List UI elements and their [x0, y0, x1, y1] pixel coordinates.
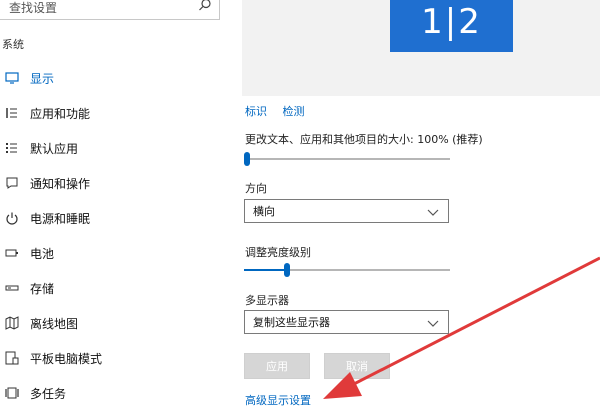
sidebar-item-label: 多任务	[30, 386, 67, 401]
sidebar-item-label: 电源和睡眠	[30, 211, 91, 226]
sidebar-item-label: 通知和操作	[30, 176, 91, 191]
multi-display-dropdown[interactable]: 复制这些显示器	[244, 310, 449, 334]
orientation-value: 横向	[253, 205, 275, 218]
apply-button[interactable]: 应用	[244, 353, 310, 379]
sidebar-item-power[interactable]: 电源和睡眠	[0, 206, 228, 230]
slider-track	[244, 158, 450, 160]
identify-detect-links: 标识 检测	[245, 103, 317, 119]
orientation-label: 方向	[245, 182, 267, 195]
sidebar-item-label: 应用和功能	[30, 106, 91, 121]
sidebar-item-label: 电池	[30, 246, 55, 261]
sidebar: 查找设置 系统 显示 应用和功能 默认应用 通知和操作 电源和睡眠 电池 存储 …	[0, 0, 228, 401]
advanced-display-settings-link[interactable]: 高级显示设置	[245, 392, 311, 408]
scaling-label: 更改文本、应用和其他项目的大小: 100% (推荐)	[245, 133, 483, 146]
sidebar-item-multitasking[interactable]: 多任务	[0, 381, 228, 405]
sidebar-item-storage[interactable]: 存储	[0, 276, 228, 300]
search-input[interactable]: 查找设置	[0, 0, 220, 20]
sidebar-item-notifications[interactable]: 通知和操作	[0, 171, 228, 195]
default-apps-icon	[4, 140, 20, 156]
map-icon	[4, 315, 20, 331]
monitor-preview[interactable]: 1|2	[390, 0, 513, 52]
power-icon	[4, 210, 20, 226]
sidebar-item-label: 离线地图	[30, 316, 79, 331]
sidebar-item-tablet-mode[interactable]: 平板电脑模式	[0, 346, 228, 370]
notification-icon	[4, 175, 20, 191]
multi-display-label: 多显示器	[245, 294, 289, 307]
slider-fill	[244, 269, 287, 271]
orientation-dropdown[interactable]: 横向	[244, 199, 449, 223]
display-preview-area: 1|2	[242, 0, 600, 96]
cancel-button[interactable]: 取消	[324, 353, 390, 379]
monitor-icon	[4, 70, 20, 86]
storage-icon	[4, 280, 20, 296]
chevron-down-icon	[426, 204, 440, 218]
detect-link[interactable]: 检测	[283, 105, 305, 118]
sidebar-item-label: 平板电脑模式	[30, 351, 103, 366]
sidebar-item-default-apps[interactable]: 默认应用	[0, 136, 228, 160]
multitask-icon	[4, 385, 20, 401]
search-icon[interactable]	[197, 0, 213, 13]
brightness-label: 调整亮度级别	[245, 246, 311, 259]
multi-display-value: 复制这些显示器	[253, 316, 330, 329]
identify-link[interactable]: 标识	[245, 105, 267, 118]
tablet-mode-icon	[4, 350, 20, 366]
slider-thumb[interactable]	[244, 152, 250, 166]
battery-icon	[4, 245, 20, 261]
section-title: 系统	[2, 38, 24, 51]
sidebar-item-label: 默认应用	[30, 141, 79, 156]
apps-list-icon	[4, 105, 20, 121]
monitor-number: 1|2	[421, 2, 482, 42]
scaling-slider[interactable]	[244, 152, 450, 166]
chevron-down-icon	[426, 315, 440, 329]
slider-thumb[interactable]	[284, 263, 290, 277]
search-placeholder: 查找设置	[9, 1, 58, 15]
sidebar-item-label: 存储	[30, 281, 55, 296]
sidebar-item-battery[interactable]: 电池	[0, 241, 228, 265]
sidebar-item-offline-maps[interactable]: 离线地图	[0, 311, 228, 335]
brightness-slider[interactable]	[244, 263, 450, 277]
sidebar-item-label: 显示	[30, 71, 55, 86]
sidebar-item-apps[interactable]: 应用和功能	[0, 101, 228, 125]
sidebar-item-display[interactable]: 显示	[0, 66, 228, 90]
